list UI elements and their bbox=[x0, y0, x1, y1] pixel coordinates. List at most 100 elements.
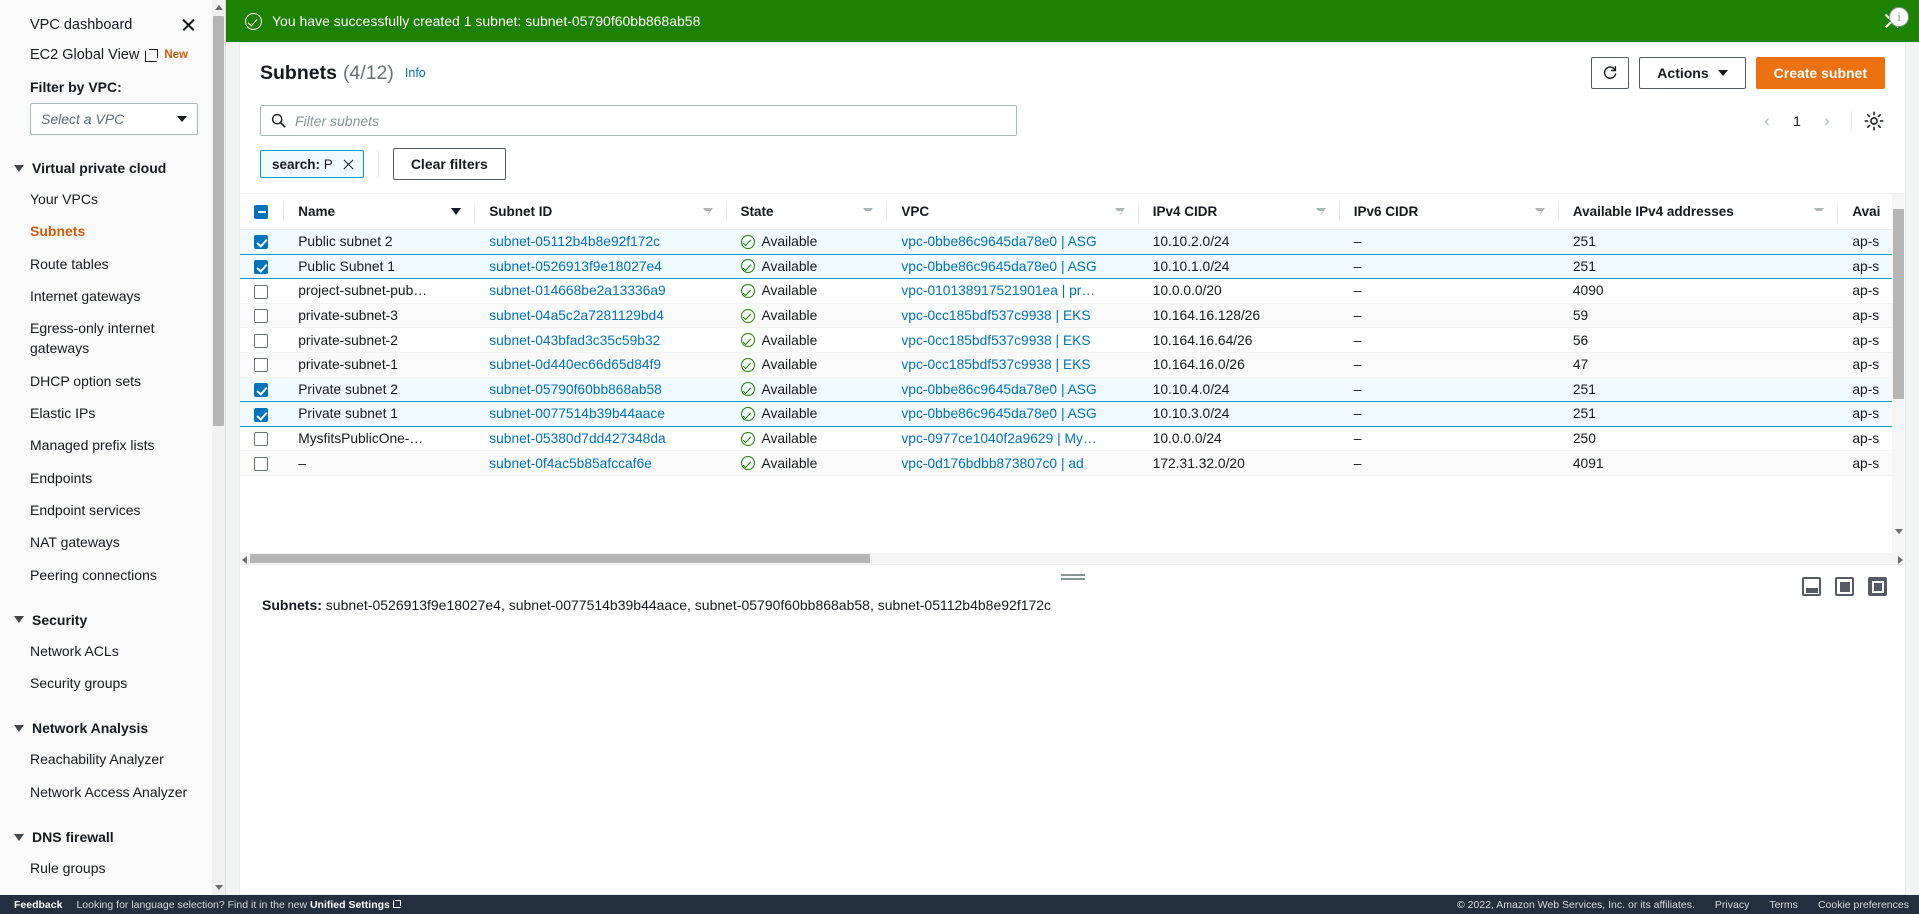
vpc-link[interactable]: vpc-0bbe86c9645da78e0 | ASG bbox=[901, 259, 1096, 274]
sidebar-item-dhcp-option-sets[interactable]: DHCP option sets bbox=[0, 365, 225, 397]
sidebar-item-ec2-global-view[interactable]: EC2 Global View bbox=[30, 47, 139, 63]
unified-settings-link[interactable]: Unified Settings bbox=[310, 899, 390, 911]
clear-filters-button[interactable]: Clear filters bbox=[392, 148, 506, 180]
scrollbar-thumb[interactable] bbox=[250, 554, 870, 563]
split-panel-handle[interactable] bbox=[240, 565, 1905, 581]
sidebar-item-domain-lists[interactable]: Domain lists bbox=[0, 884, 225, 895]
sidebar-item-endpoints[interactable]: Endpoints bbox=[0, 462, 225, 494]
subnet-id-link[interactable]: subnet-0077514b39b44aace bbox=[489, 406, 665, 421]
row-checkbox[interactable] bbox=[254, 309, 268, 324]
table-horizontal-scrollbar[interactable] bbox=[240, 553, 1905, 564]
column-header-ipv4-cidr[interactable]: IPv4 CIDR bbox=[1138, 194, 1340, 230]
table-row[interactable]: Public subnet 2 subnet-05112b4b8e92f172c A… bbox=[240, 229, 1905, 255]
table-row[interactable]: private-subnet-3 subnet-04a5c2a7281129bd4… bbox=[240, 303, 1905, 329]
sidebar-item-internet-gateways[interactable]: Internet gateways bbox=[0, 280, 225, 312]
info-link[interactable]: Info bbox=[405, 66, 426, 80]
table-row[interactable]: private-subnet-2 subnet-043bfad3c35c59b32… bbox=[240, 327, 1905, 353]
column-header-vpc[interactable]: VPC bbox=[887, 194, 1139, 230]
drag-handle-icon[interactable] bbox=[1060, 573, 1085, 581]
table-vertical-scrollbar[interactable] bbox=[1892, 194, 1905, 553]
terms-link[interactable]: Terms bbox=[1769, 899, 1798, 911]
subnet-id-link[interactable]: subnet-0f4ac5b85afccaf6e bbox=[489, 456, 652, 471]
scrollbar-thumb[interactable] bbox=[213, 16, 224, 426]
scroll-down-icon[interactable] bbox=[1894, 529, 1903, 550]
table-row[interactable]: MysfitsPublicOne-… subnet-05380d7dd427348… bbox=[240, 426, 1905, 452]
vpc-link[interactable]: vpc-0bbe86c9645da78e0 | ASG bbox=[901, 382, 1096, 397]
subnet-id-link[interactable]: subnet-043bfad3c35c59b32 bbox=[489, 333, 660, 348]
nav-group-dns-firewall[interactable]: DNS firewall bbox=[0, 822, 225, 852]
vpc-link[interactable]: vpc-0bbe86c9645da78e0 | ASG bbox=[901, 406, 1096, 421]
scroll-up-icon[interactable] bbox=[212, 0, 225, 15]
filter-chip-search[interactable]: search: P bbox=[260, 150, 364, 178]
row-checkbox[interactable] bbox=[254, 235, 268, 250]
sidebar-item-egress-only-internet-gateways[interactable]: Egress-only internet gateways bbox=[0, 312, 225, 365]
row-checkbox[interactable] bbox=[254, 456, 268, 471]
vpc-link[interactable]: vpc-0cc185bdf537c9938 | EKS bbox=[901, 308, 1090, 323]
vpc-link[interactable]: vpc-010138917521901ea | pr… bbox=[901, 283, 1095, 298]
chevron-right-icon[interactable]: › bbox=[1814, 108, 1840, 134]
row-checkbox[interactable] bbox=[254, 333, 268, 348]
sidebar-item-your-vpcs[interactable]: Your VPCs bbox=[0, 183, 225, 215]
split-side-icon[interactable] bbox=[1835, 577, 1854, 596]
column-header-available-ipv4-addresses[interactable]: Available IPv4 addresses bbox=[1558, 194, 1839, 230]
vpc-link[interactable]: vpc-0977ce1040f2a9629 | My… bbox=[901, 431, 1096, 446]
nav-group-network-analysis[interactable]: Network Analysis bbox=[0, 713, 225, 743]
table-row[interactable]: Public Subnet 1 subnet-0526913f9e18027e4 A… bbox=[240, 253, 1905, 280]
table-row[interactable]: Private subnet 2 subnet-05790f60bb868ab58… bbox=[240, 376, 1905, 403]
refresh-button[interactable] bbox=[1591, 57, 1630, 89]
close-icon[interactable] bbox=[342, 158, 355, 171]
nav-group-virtual-private-cloud[interactable]: Virtual private cloud bbox=[0, 153, 225, 183]
search-box[interactable] bbox=[260, 105, 1017, 136]
row-checkbox[interactable] bbox=[254, 260, 268, 275]
vpc-link[interactable]: vpc-0d176bdbb873807c0 | ad bbox=[901, 456, 1083, 471]
column-header-state[interactable]: State bbox=[726, 194, 888, 230]
subnet-id-link[interactable]: subnet-014668be2a13336a9 bbox=[489, 283, 665, 298]
sidebar-item-managed-prefix-lists[interactable]: Managed prefix lists bbox=[0, 429, 225, 461]
nav-group-security[interactable]: Security bbox=[0, 605, 225, 635]
cookie-preferences-link[interactable]: Cookie preferences bbox=[1818, 899, 1909, 911]
sidebar-item-network-access-analyzer[interactable]: Network Access Analyzer bbox=[0, 776, 225, 808]
sidebar-item-vpc-dashboard[interactable]: VPC dashboard bbox=[30, 17, 132, 33]
vpc-link[interactable]: vpc-0cc185bdf537c9938 | EKS bbox=[901, 357, 1090, 372]
info-icon[interactable]: i bbox=[1889, 7, 1909, 27]
privacy-link[interactable]: Privacy bbox=[1715, 899, 1749, 911]
table-row[interactable]: Private subnet 1 subnet-0077514b39b44aace… bbox=[240, 401, 1905, 427]
subnet-id-link[interactable]: subnet-05790f60bb868ab58 bbox=[489, 382, 662, 397]
sidebar-item-endpoint-services[interactable]: Endpoint services bbox=[0, 494, 225, 526]
row-checkbox[interactable] bbox=[254, 284, 268, 299]
vpc-link[interactable]: vpc-0cc185bdf537c9938 | EKS bbox=[901, 333, 1090, 348]
row-checkbox[interactable] bbox=[254, 432, 268, 447]
table-row[interactable]: project-subnet-pub… subnet-014668be2a1333… bbox=[240, 278, 1905, 304]
sidebar-item-subnets[interactable]: Subnets bbox=[0, 215, 225, 247]
scroll-down-icon[interactable] bbox=[212, 880, 225, 895]
split-full-icon[interactable] bbox=[1868, 577, 1887, 596]
subnet-id-link[interactable]: subnet-05112b4b8e92f172c bbox=[489, 234, 660, 249]
sidebar-item-route-tables[interactable]: Route tables bbox=[0, 248, 225, 280]
sidebar-item-security-groups[interactable]: Security groups bbox=[0, 667, 225, 699]
table-row[interactable]: – subnet-0f4ac5b85afccaf6e Available vpc-0d… bbox=[240, 450, 1905, 476]
scrollbar-thumb[interactable] bbox=[1893, 209, 1904, 399]
search-input[interactable] bbox=[295, 112, 1006, 129]
close-icon[interactable] bbox=[180, 16, 197, 33]
subnet-id-link[interactable]: subnet-05380d7dd427348da bbox=[489, 431, 665, 446]
sidebar-item-network-acls[interactable]: Network ACLs bbox=[0, 635, 225, 667]
sidebar-item-rule-groups[interactable]: Rule groups bbox=[0, 852, 225, 884]
create-subnet-button[interactable]: Create subnet bbox=[1755, 57, 1885, 89]
page-number[interactable]: 1 bbox=[1784, 108, 1810, 134]
row-checkbox[interactable] bbox=[254, 407, 268, 422]
table-row[interactable]: private-subnet-1 subnet-0d440ec66d65d84f9… bbox=[240, 352, 1905, 378]
actions-button[interactable]: Actions bbox=[1639, 57, 1746, 89]
sidebar-item-nat-gateways[interactable]: NAT gateways bbox=[0, 526, 225, 558]
column-header-subnet-id[interactable]: Subnet ID bbox=[475, 194, 727, 230]
row-checkbox[interactable] bbox=[254, 383, 268, 398]
scroll-left-icon[interactable] bbox=[242, 556, 247, 564]
subnet-id-link[interactable]: subnet-0d440ec66d65d84f9 bbox=[489, 357, 661, 372]
sidebar-item-elastic-ips[interactable]: Elastic IPs bbox=[0, 397, 225, 429]
column-header-name[interactable]: Name bbox=[284, 194, 476, 230]
vpc-link[interactable]: vpc-0bbe86c9645da78e0 | ASG bbox=[901, 234, 1096, 249]
row-checkbox[interactable] bbox=[254, 358, 268, 373]
sidebar-item-reachability-analyzer[interactable]: Reachability Analyzer bbox=[0, 743, 225, 775]
vpc-filter-select[interactable]: Select a VPC bbox=[30, 103, 198, 135]
column-header-ipv6-cidr[interactable]: IPv6 CIDR bbox=[1339, 194, 1559, 230]
split-bottom-icon[interactable] bbox=[1802, 577, 1821, 596]
